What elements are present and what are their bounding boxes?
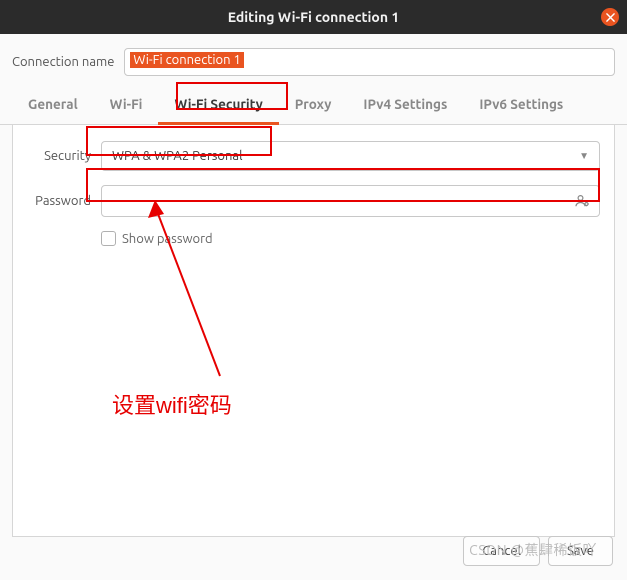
connection-name-label: Connection name xyxy=(12,55,114,69)
password-row: Password xyxy=(27,185,600,217)
footer: Cancel Save xyxy=(463,536,613,566)
security-row: Security WPA & WPA2 Personal ▼ xyxy=(27,141,600,171)
security-value: WPA & WPA2 Personal xyxy=(112,149,243,163)
tab-bar: General Wi-Fi Wi-Fi Security Proxy IPv4 … xyxy=(0,86,627,125)
tab-wifi-security[interactable]: Wi-Fi Security xyxy=(158,86,278,125)
connection-name-input[interactable] xyxy=(124,48,615,76)
connection-name-wrap: Wi-Fi connection 1 xyxy=(124,48,615,76)
security-label: Security xyxy=(27,149,91,163)
tab-wifi[interactable]: Wi-Fi xyxy=(94,86,159,125)
tab-ipv4[interactable]: IPv4 Settings xyxy=(347,86,463,125)
user-icon[interactable] xyxy=(573,192,591,210)
connection-name-row: Connection name Wi-Fi connection 1 xyxy=(0,34,627,86)
show-password-checkbox[interactable] xyxy=(101,231,116,246)
save-button[interactable]: Save xyxy=(548,536,613,566)
password-input-wrap xyxy=(101,185,600,217)
content-panel: Security WPA & WPA2 Personal ▼ Password … xyxy=(12,125,615,537)
show-password-label: Show password xyxy=(122,232,213,246)
cancel-button[interactable]: Cancel xyxy=(463,536,540,566)
close-icon xyxy=(606,13,615,22)
password-input[interactable] xyxy=(110,194,573,208)
security-select[interactable]: WPA & WPA2 Personal ▼ xyxy=(101,141,600,171)
titlebar: Editing Wi-Fi connection 1 xyxy=(0,0,627,34)
tab-ipv6[interactable]: IPv6 Settings xyxy=(463,86,579,125)
tab-proxy[interactable]: Proxy xyxy=(279,86,348,125)
close-button[interactable] xyxy=(601,8,619,26)
password-label: Password xyxy=(27,194,91,208)
window-title: Editing Wi-Fi connection 1 xyxy=(228,9,400,25)
chevron-down-icon: ▼ xyxy=(579,150,589,162)
show-password-row: Show password xyxy=(101,231,600,246)
tab-general[interactable]: General xyxy=(12,86,94,125)
